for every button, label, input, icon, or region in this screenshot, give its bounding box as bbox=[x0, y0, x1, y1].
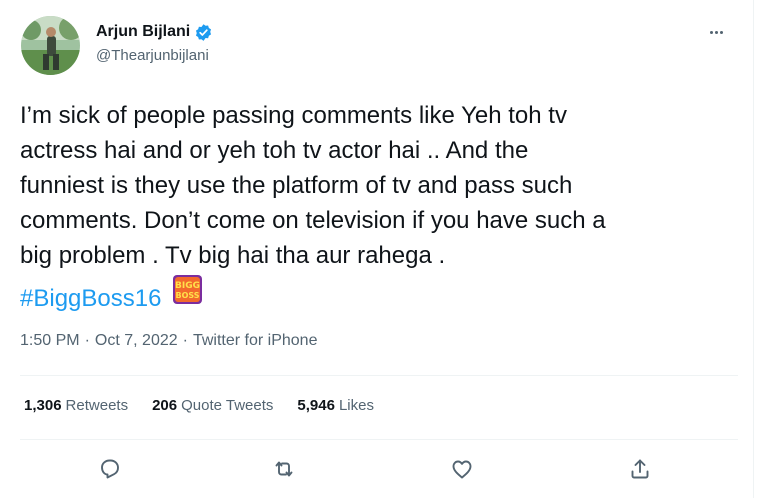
meta-separator: · bbox=[84, 332, 90, 349]
quote-tweets-count: 206 bbox=[152, 397, 178, 414]
engagement-stats: 1,306 Retweets 206 Quote Tweets 5,946 Li… bbox=[24, 397, 398, 414]
handle[interactable]: @Thearjunbijlani bbox=[96, 47, 213, 64]
retweets-count: 1,306 bbox=[24, 397, 62, 414]
tweet-text-line: funniest is they use the platform of tv … bbox=[20, 172, 573, 199]
avatar-photo bbox=[21, 16, 80, 75]
divider bbox=[20, 439, 738, 440]
quote-tweets-stat[interactable]: 206 Quote Tweets bbox=[152, 397, 273, 414]
tweet-text-line: I’m sick of people passing comments like… bbox=[20, 102, 567, 129]
hashtag-row: #BiggBoss16 BIGG BOSS bbox=[20, 273, 738, 316]
meta-separator: · bbox=[182, 332, 188, 349]
bigg-boss-hashflag-icon: BIGG BOSS bbox=[171, 273, 204, 306]
tweet-meta: 1:50 PM · Oct 7, 2022 · Twitter for iPho… bbox=[20, 332, 317, 350]
quote-tweets-label: Quote Tweets bbox=[181, 397, 274, 414]
tweet-time[interactable]: 1:50 PM bbox=[20, 332, 80, 350]
author-block: Arjun Bijlani @Thearjunbijlani bbox=[96, 22, 213, 64]
like-icon[interactable] bbox=[445, 452, 479, 486]
avatar[interactable] bbox=[21, 16, 80, 75]
more-options-icon[interactable] bbox=[704, 22, 728, 42]
retweets-stat[interactable]: 1,306 Retweets bbox=[24, 397, 128, 414]
retweets-label: Retweets bbox=[65, 397, 129, 414]
retweet-icon[interactable] bbox=[267, 452, 301, 486]
hashflag-text-bottom: BOSS bbox=[176, 291, 200, 300]
likes-stat[interactable]: 5,946 Likes bbox=[297, 397, 374, 414]
verified-badge-icon bbox=[194, 23, 213, 42]
tweet-source[interactable]: Twitter for iPhone bbox=[193, 332, 318, 350]
name-row: Arjun Bijlani bbox=[96, 22, 213, 42]
tweet-card: Arjun Bijlani @Thearjunbijlani I’m sick … bbox=[0, 0, 754, 498]
likes-label: Likes bbox=[338, 397, 374, 414]
tweet-text: I’m sick of people passing comments like… bbox=[20, 98, 738, 316]
hashtag-link[interactable]: #BiggBoss16 bbox=[20, 285, 161, 312]
action-bar bbox=[0, 452, 754, 488]
display-name[interactable]: Arjun Bijlani bbox=[96, 23, 190, 41]
reply-icon[interactable] bbox=[93, 452, 127, 486]
tweet-date[interactable]: Oct 7, 2022 bbox=[95, 332, 178, 350]
likes-count: 5,946 bbox=[297, 397, 335, 414]
tweet-text-line: big problem . Tv big hai tha aur rahega … bbox=[20, 242, 446, 269]
tweet-text-line: actress hai and or yeh toh tv actor hai … bbox=[20, 137, 529, 164]
hashflag-text-top: BIGG bbox=[175, 281, 200, 291]
tweet-text-line: comments. Don’t come on television if yo… bbox=[20, 207, 606, 234]
share-icon[interactable] bbox=[623, 452, 657, 486]
divider bbox=[20, 375, 738, 376]
